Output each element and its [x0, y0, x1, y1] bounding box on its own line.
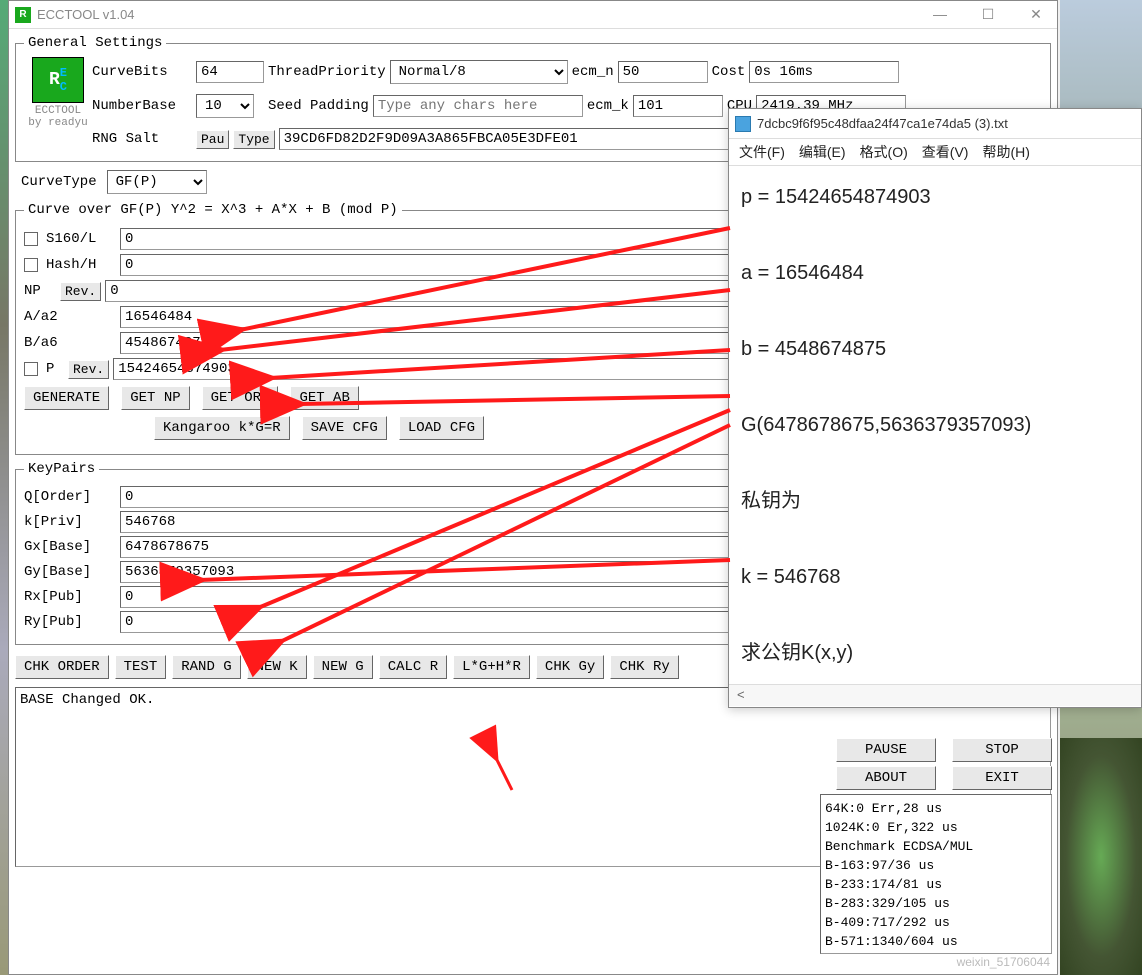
curvetype-select[interactable]: GF(P): [107, 170, 207, 194]
logo-icon: REC: [32, 57, 84, 103]
notepad-menu-item[interactable]: 格式(O): [860, 142, 908, 162]
notepad-status-left: <: [737, 687, 745, 702]
notepad-menu: 文件(F) 编辑(E) 格式(O) 查看(V) 帮助(H): [729, 139, 1141, 166]
a-label: A/a2: [24, 309, 116, 325]
btn-calc-r[interactable]: CALC R: [379, 655, 447, 679]
curvebits-label: CurveBits: [92, 64, 192, 80]
btn-rand-g[interactable]: RAND G: [172, 655, 240, 679]
hash-label: Hash/H: [46, 257, 116, 273]
btn-chk-ry[interactable]: CHK Ry: [610, 655, 678, 679]
b-label: B/a6: [24, 335, 116, 351]
threadpriority-label: ThreadPriority: [268, 64, 386, 80]
gy-label: Gy[Base]: [24, 564, 116, 580]
p-label: P: [46, 361, 64, 377]
p-checkbox[interactable]: [24, 362, 38, 376]
rngsalt-label: RNG Salt: [92, 131, 192, 147]
app-icon: R: [15, 7, 31, 23]
btn-chk-order[interactable]: CHK ORDER: [15, 655, 109, 679]
pau-button[interactable]: Pau: [196, 130, 229, 149]
curve-legend: Curve over GF(P) Y^2 = X^3 + A*X + B (mo…: [24, 202, 402, 218]
ecm-k-label: ecm_k: [587, 98, 629, 114]
notepad-window[interactable]: 7dcbc9f6f95c48dfaa24f47ca1e74da5 (3).txt…: [728, 108, 1142, 708]
stop-button[interactable]: STOP: [952, 738, 1052, 762]
type-button[interactable]: Type: [233, 130, 274, 149]
ecm-n-input[interactable]: [618, 61, 708, 83]
p-rev-button[interactable]: Rev.: [68, 360, 109, 379]
ry-label: Ry[Pub]: [24, 614, 116, 630]
notepad-menu-item[interactable]: 文件(F): [739, 142, 785, 162]
logo-name: ECCTOOL: [35, 105, 81, 117]
btn-l-g-h-r[interactable]: L*G+H*R: [453, 655, 530, 679]
rx-label: Rx[Pub]: [24, 589, 116, 605]
ecm-k-input[interactable]: [633, 95, 723, 117]
seedpadding-input[interactable]: [373, 95, 583, 117]
minimize-icon[interactable]: —: [925, 6, 955, 23]
notepad-menu-item[interactable]: 编辑(E): [799, 142, 846, 162]
loadcfg-button[interactable]: LOAD CFG: [399, 416, 484, 440]
cost-label: Cost: [712, 64, 746, 80]
keypairs-legend: KeyPairs: [24, 461, 99, 477]
general-legend: General Settings: [24, 35, 166, 51]
ecm-n-label: ecm_n: [572, 64, 614, 80]
titlebar[interactable]: R ECCTOOL v1.04 — ☐ ✕: [9, 1, 1057, 29]
side-panel: PAUSE STOP ABOUT EXIT 64K:0 Err,28 us 10…: [820, 738, 1052, 954]
hash-checkbox[interactable]: [24, 258, 38, 272]
close-icon[interactable]: ✕: [1021, 6, 1051, 23]
gx-label: Gx[Base]: [24, 539, 116, 555]
seedpadding-label: Seed Padding: [268, 98, 369, 114]
kangaroo-button[interactable]: Kangaroo k*G=R: [154, 416, 290, 440]
notepad-menu-item[interactable]: 帮助(H): [982, 142, 1029, 162]
curvetype-label: CurveType: [21, 174, 97, 190]
maximize-icon[interactable]: ☐: [973, 6, 1003, 23]
btn-new-k[interactable]: NEW K: [247, 655, 307, 679]
k-label: k[Priv]: [24, 514, 116, 530]
s160-label: S160/L: [46, 231, 116, 247]
np-label: NP: [24, 283, 56, 299]
btn-chk-gy[interactable]: CHK Gy: [536, 655, 604, 679]
pause-button[interactable]: PAUSE: [836, 738, 936, 762]
generate-button[interactable]: GENERATE: [24, 386, 109, 410]
window-title: ECCTOOL v1.04: [37, 7, 925, 22]
benchmark-log[interactable]: 64K:0 Err,28 us 1024K:0 Er,322 us Benchm…: [820, 794, 1052, 954]
logo-box: REC ECCTOOLby readyu: [24, 57, 92, 153]
desktop-left-strip: [0, 0, 8, 975]
desktop-foliage: [1060, 738, 1142, 975]
savecfg-button[interactable]: SAVE CFG: [302, 416, 387, 440]
exit-button[interactable]: EXIT: [952, 766, 1052, 790]
q-label: Q[Order]: [24, 489, 116, 505]
threadpriority-select[interactable]: Normal/8: [390, 60, 568, 84]
np-rev-button[interactable]: Rev.: [60, 282, 101, 301]
btn-test[interactable]: TEST: [115, 655, 167, 679]
getnp-button[interactable]: GET NP: [121, 386, 189, 410]
about-button[interactable]: ABOUT: [836, 766, 936, 790]
notepad-icon: [735, 116, 751, 132]
notepad-menu-item[interactable]: 查看(V): [922, 142, 969, 162]
logo-author: by readyu: [28, 117, 87, 129]
notepad-titlebar[interactable]: 7dcbc9f6f95c48dfaa24f47ca1e74da5 (3).txt: [729, 109, 1141, 139]
getab-button[interactable]: GET AB: [290, 386, 358, 410]
getord-button[interactable]: GET ORD: [202, 386, 279, 410]
cost-display: [749, 61, 899, 83]
curvebits-input[interactable]: [196, 61, 264, 83]
watermark: weixin_51706044: [957, 955, 1050, 969]
s160-checkbox[interactable]: [24, 232, 38, 246]
notepad-body[interactable]: p = 15424654874903 a = 16546484 b = 4548…: [729, 166, 1141, 684]
notepad-statusbar: <: [729, 684, 1141, 706]
numberbase-select[interactable]: 10: [196, 94, 254, 118]
numberbase-label: NumberBase: [92, 98, 192, 114]
btn-new-g[interactable]: NEW G: [313, 655, 373, 679]
notepad-title: 7dcbc9f6f95c48dfaa24f47ca1e74da5 (3).txt: [757, 116, 1008, 131]
